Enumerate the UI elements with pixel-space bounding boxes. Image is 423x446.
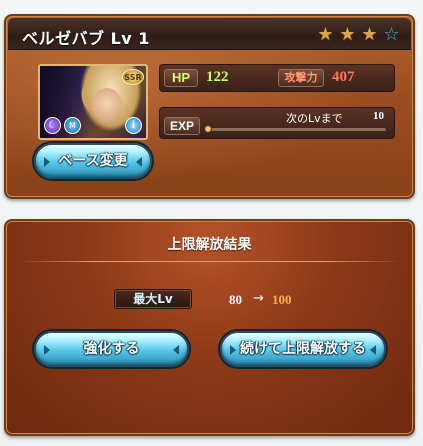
result-title: 上限解放結果 (167, 237, 252, 253)
arrow-right-icon: → (253, 291, 264, 306)
enhance-label: 強化する (83, 341, 140, 357)
stats-panel: HP 122 攻撃力 407 (159, 64, 395, 92)
next-level-value: 10 (373, 110, 384, 122)
star-filled-icon: ★ (339, 24, 356, 45)
arrow-right-icon (136, 157, 142, 167)
enhance-button[interactable]: 強化する (34, 331, 189, 367)
star-filled-icon: ★ (361, 24, 378, 45)
screen: ベルゼバブ Lv 1 ★ ★ ★ ☆ SSR ☾ M i HP 122 攻撃力 … (0, 0, 423, 446)
exp-label: EXP (164, 117, 200, 135)
max-level-label: 最大Lv (114, 289, 192, 309)
arrow-left-icon (44, 345, 50, 355)
arrow-left-icon (44, 157, 50, 167)
max-level-new: 100 (272, 292, 292, 307)
base-change-button[interactable]: ベース変更 (34, 143, 152, 179)
base-change-label: ベース変更 (58, 153, 128, 169)
uncap-result-panel: 上限解放結果 最大Lv 80 → 100 (4, 219, 415, 436)
exp-bar-marker (204, 125, 212, 133)
card-header: ベルゼバブ Lv 1 ★ ★ ★ ☆ (8, 18, 411, 50)
character-name-level: ベルゼバブ Lv 1 (22, 29, 150, 48)
dark-element-icon: ☾ (44, 117, 61, 134)
next-level-label: 次のLvまで (286, 112, 343, 125)
arrow-right-icon (173, 345, 179, 355)
star-filled-icon: ★ (317, 24, 334, 45)
exp-bar (204, 125, 386, 133)
continue-uncap-button[interactable]: 続けて上限解放する (220, 331, 386, 367)
arrow-left-icon (230, 345, 236, 355)
info-icon[interactable]: i (125, 117, 142, 134)
portrait-face (92, 88, 122, 122)
hp-value: 122 (206, 69, 229, 85)
ssr-rarity-badge: SSR (122, 69, 144, 85)
skill-icon: M (64, 117, 81, 134)
exp-panel: EXP 次のLvまで 10 (159, 107, 395, 139)
title-divider (18, 261, 401, 262)
attack-value: 407 (332, 69, 355, 85)
character-portrait[interactable]: SSR ☾ M i (38, 64, 148, 140)
rarity-stars: ★ ★ ★ ☆ (316, 25, 401, 44)
arrow-right-icon (370, 345, 376, 355)
continue-uncap-label: 続けて上限解放する (240, 341, 366, 357)
star-empty-icon: ☆ (383, 24, 400, 45)
attack-label: 攻撃力 (278, 69, 324, 87)
hp-label: HP (164, 69, 198, 87)
max-level-old: 80 (229, 292, 242, 307)
character-card: ベルゼバブ Lv 1 ★ ★ ★ ☆ SSR ☾ M i HP 122 攻撃力 … (4, 14, 415, 199)
